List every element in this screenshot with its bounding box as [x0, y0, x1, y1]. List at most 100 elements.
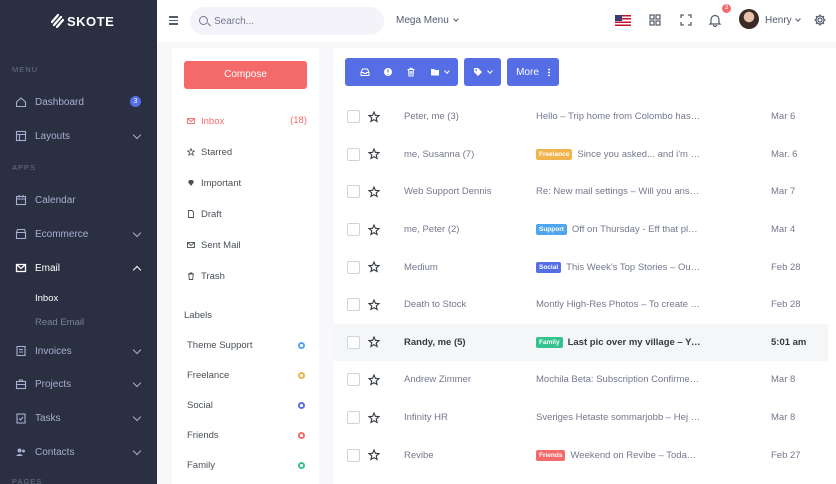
alert-circle-icon[interactable] [383, 67, 393, 77]
avatar[interactable] [739, 9, 759, 29]
inbox-count: (18) [290, 115, 307, 126]
star-icon[interactable] [368, 298, 380, 311]
email-checkbox[interactable] [347, 411, 360, 425]
sidebar: SKOTE MENU Dashboard 3 Layouts APPS Cale… [0, 0, 157, 484]
chevron-up-icon [132, 265, 142, 275]
email-row[interactable]: Web Support Dennis Re: New mail settings … [334, 173, 828, 211]
star-icon[interactable] [368, 336, 380, 349]
label-item[interactable]: Theme Support [187, 340, 305, 351]
email-sender: Revibe [404, 449, 434, 461]
sidebar-item-dashboard[interactable]: Dashboard 3 [0, 91, 157, 113]
inbox-tray-icon[interactable] [360, 67, 370, 77]
bell-icon[interactable] [708, 13, 722, 27]
star-icon[interactable] [368, 261, 380, 273]
email-row[interactable]: Randy, me (5) Family Last pic over my vill… [334, 323, 828, 362]
folder-label: Important [201, 177, 242, 189]
email-sender: Infinity HR [404, 412, 448, 424]
email-subject: Mochila Beta: Subscription Confirmed – Y… [536, 374, 701, 385]
star-icon[interactable] [368, 185, 380, 198]
star-icon [187, 148, 195, 156]
menu-toggle-icon[interactable] [169, 16, 178, 25]
email-checkbox[interactable] [347, 373, 360, 387]
folder-label: Sent Mail [201, 239, 241, 251]
sidebar-item-label: Tasks [35, 412, 61, 424]
folder-draft[interactable]: Draft [187, 207, 307, 221]
search-box[interactable] [190, 7, 384, 35]
email-checkbox[interactable] [347, 223, 360, 237]
email-row[interactable]: Revibe Friends Weekend on Revibe – Today's… [334, 436, 828, 474]
chevron-down-icon [444, 68, 450, 74]
folder-sent-mail[interactable]: Sent Mail [187, 238, 307, 252]
email-row[interactable]: Andrew Zimmer Mochila Beta: Subscription … [334, 361, 828, 399]
email-row[interactable]: Death to Stock Montly High-Res Photos – T… [334, 286, 828, 324]
sidebar-item-calendar[interactable]: Calendar [0, 189, 157, 211]
email-checkbox[interactable] [347, 260, 360, 274]
label-dropdown-button[interactable] [464, 58, 501, 86]
us-flag-icon[interactable] [615, 15, 631, 26]
labels-heading: Labels [184, 310, 212, 321]
email-checkbox[interactable] [347, 185, 360, 199]
apps-grid-icon[interactable] [648, 13, 662, 27]
star-icon[interactable] [368, 449, 380, 461]
label-item[interactable]: Social [187, 400, 305, 411]
sidebar-item-label: Email [35, 262, 61, 274]
email-subject-text: Mochila Beta: Subscription Confirmed – Y… [536, 374, 701, 386]
gear-icon[interactable] [813, 13, 827, 27]
brand-logo[interactable]: SKOTE [0, 0, 157, 42]
email-date: Feb 28 [771, 261, 801, 273]
trash-icon[interactable] [406, 67, 416, 77]
mega-menu-dropdown[interactable]: Mega Menu [396, 15, 459, 26]
star-icon[interactable] [368, 110, 380, 123]
mega-menu-label: Mega Menu [396, 15, 449, 26]
email-row[interactable]: Infinity HR Sveriges Hetaste sommarjobb –… [334, 399, 828, 437]
star-icon[interactable] [368, 411, 380, 424]
sidebar-item-email[interactable]: Email [0, 257, 157, 279]
user-menu[interactable]: Henry [765, 15, 801, 26]
email-subject-text: Re: New mail settings – Will you answer … [536, 186, 701, 198]
folder-trash[interactable]: Trash [187, 269, 307, 283]
star-icon[interactable] [368, 148, 380, 161]
sidebar-subitem-inbox[interactable]: Inbox [35, 293, 58, 304]
folder-dropdown-button[interactable] [421, 58, 458, 86]
star-icon[interactable] [368, 223, 380, 236]
email-tag: Support [536, 224, 567, 236]
sidebar-item-label: Dashboard [35, 96, 84, 108]
label-color-dot [298, 372, 305, 379]
folder-starred[interactable]: Starred [187, 145, 307, 159]
sidebar-subitem-read-email[interactable]: Read Email [35, 317, 84, 328]
label-item[interactable]: Family [187, 460, 305, 471]
email-row[interactable]: me, Peter (2) Support Off on Thursday - Ef… [334, 211, 828, 249]
folder-important[interactable]: Important [187, 176, 307, 190]
compose-button[interactable]: Compose [184, 61, 307, 89]
label-item[interactable]: Friends [187, 430, 305, 441]
email-checkbox[interactable] [347, 335, 360, 349]
label-item[interactable]: Freelance [187, 370, 305, 381]
folder-inbox[interactable]: Inbox (18) [187, 114, 307, 128]
sidebar-item-projects[interactable]: Projects [0, 373, 157, 395]
logo-icon [51, 13, 64, 28]
email-checkbox[interactable] [347, 448, 360, 462]
email-checkbox[interactable] [347, 110, 360, 124]
sidebar-item-contacts[interactable]: Contacts [0, 441, 157, 463]
star-icon[interactable] [368, 373, 380, 386]
sidebar-item-ecommerce[interactable]: Ecommerce [0, 223, 157, 245]
sidebar-item-layouts[interactable]: Layouts [0, 125, 157, 147]
email-subject-text: Off on Thursday - Eff that place, you mi… [571, 224, 701, 236]
sidebar-item-invoices[interactable]: Invoices [0, 340, 157, 362]
more-dropdown-button[interactable]: More [507, 58, 559, 86]
email-checkbox[interactable] [347, 298, 360, 312]
email-checkbox[interactable] [347, 147, 360, 161]
email-row[interactable]: Peter, me (3) Hello – Trip home from Colo… [334, 98, 828, 136]
fullscreen-icon[interactable] [679, 13, 693, 27]
label-color-dot [298, 432, 305, 439]
label-name: Theme Support [187, 340, 253, 351]
email-row[interactable]: me, Susanna (7) Freelance Since you asked.… [334, 136, 828, 174]
chevron-down-icon [452, 16, 459, 22]
sidebar-item-tasks[interactable]: Tasks [0, 407, 157, 429]
search-input[interactable] [214, 15, 374, 27]
chevron-down-icon [794, 16, 801, 22]
email-row[interactable]: Medium Social This Week's Top Stories – Ou… [334, 248, 828, 286]
pages-section-title: PAGES [12, 477, 43, 484]
label-name: Social [187, 400, 213, 411]
sidebar-item-label: Contacts [35, 446, 75, 458]
